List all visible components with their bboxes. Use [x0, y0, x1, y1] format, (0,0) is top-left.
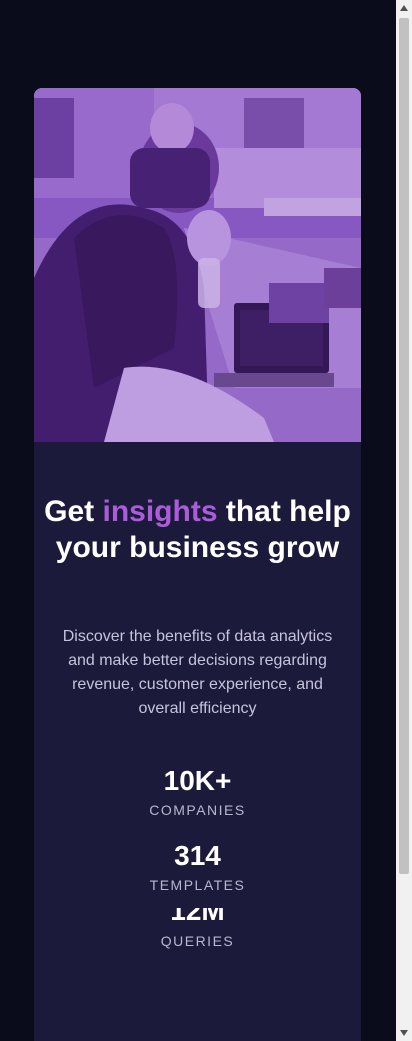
stat-label: TEMPLATES — [149, 877, 246, 893]
stat-templates: 314 TEMPLATES — [34, 840, 361, 894]
scroll-up-button[interactable] — [396, 0, 412, 16]
triangle-up-icon — [400, 5, 408, 11]
scroll-down-button[interactable] — [396, 1025, 412, 1041]
stat-label: QUERIES — [160, 933, 235, 949]
scrollbar-thumb[interactable] — [399, 18, 409, 874]
people-working-illustration — [34, 88, 361, 442]
vertical-scrollbar[interactable] — [396, 0, 412, 1041]
stat-queries: 12M QUERIES — [34, 908, 361, 950]
stat-label: COMPANIES — [149, 802, 246, 818]
description: Discover the benefits of data analytics … — [62, 628, 333, 717]
triangle-down-icon — [400, 1030, 408, 1036]
stat-companies: 10K+ COMPANIES — [34, 765, 361, 819]
hero-image — [34, 88, 361, 442]
stats-preview-card: Get insights that help your business gro… — [34, 88, 361, 1041]
headline: Get insights that help your business gro… — [34, 494, 361, 566]
page-viewport: Get insights that help your business gro… — [0, 0, 396, 1041]
stat-value-clipped: 12M — [34, 908, 361, 928]
stat-value: 12M — [170, 908, 225, 926]
headline-accent: insights — [102, 495, 218, 528]
stat-value: 10K+ — [163, 765, 232, 796]
stat-value: 314 — [174, 840, 221, 871]
headline-lead: Get — [44, 495, 103, 528]
